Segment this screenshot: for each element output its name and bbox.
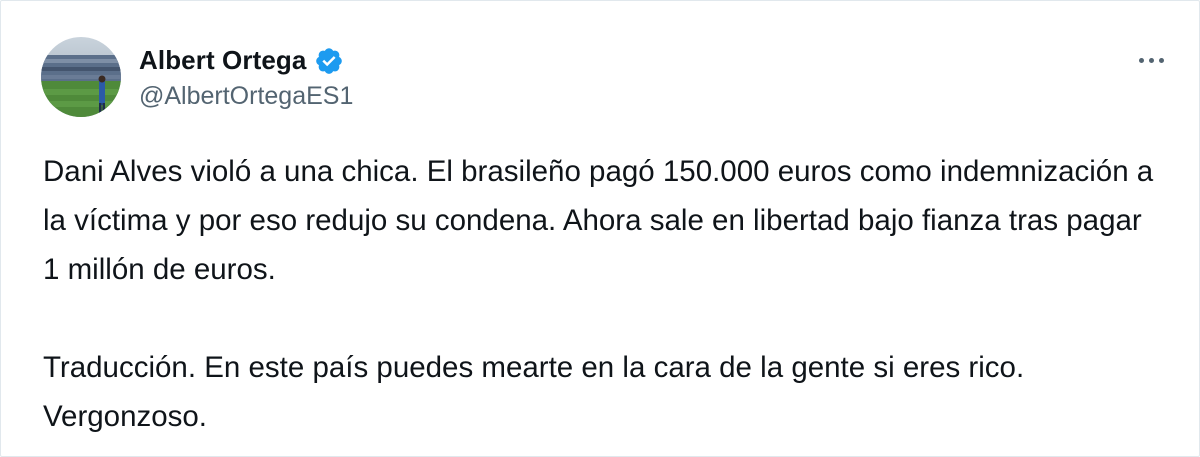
tweet-text: Dani Alves violó a una chica. El brasile… (43, 147, 1163, 441)
avatar[interactable] (41, 37, 121, 117)
name-row: Albert Ortega (139, 44, 353, 78)
more-dot (1148, 57, 1154, 63)
tweet-paragraph: Dani Alves violó a una chica. El brasile… (43, 155, 1154, 286)
verified-badge-icon (314, 46, 344, 76)
more-dot (1138, 57, 1144, 63)
tweet-card: Albert Ortega @AlbertOrtegaES1 Dani Alve… (0, 0, 1200, 457)
stadium-photo-icon (41, 37, 121, 117)
tweet-paragraph: Traducción. En este país puedes mearte e… (43, 351, 1025, 433)
more-dot (1158, 57, 1164, 63)
tweet-header: Albert Ortega @AlbertOrtegaES1 (41, 37, 353, 117)
more-options-button[interactable] (1131, 45, 1171, 75)
author-display-name[interactable]: Albert Ortega (139, 45, 306, 76)
author-handle[interactable]: @AlbertOrtegaES1 (139, 82, 353, 111)
author-identity: Albert Ortega @AlbertOrtegaES1 (139, 44, 353, 111)
